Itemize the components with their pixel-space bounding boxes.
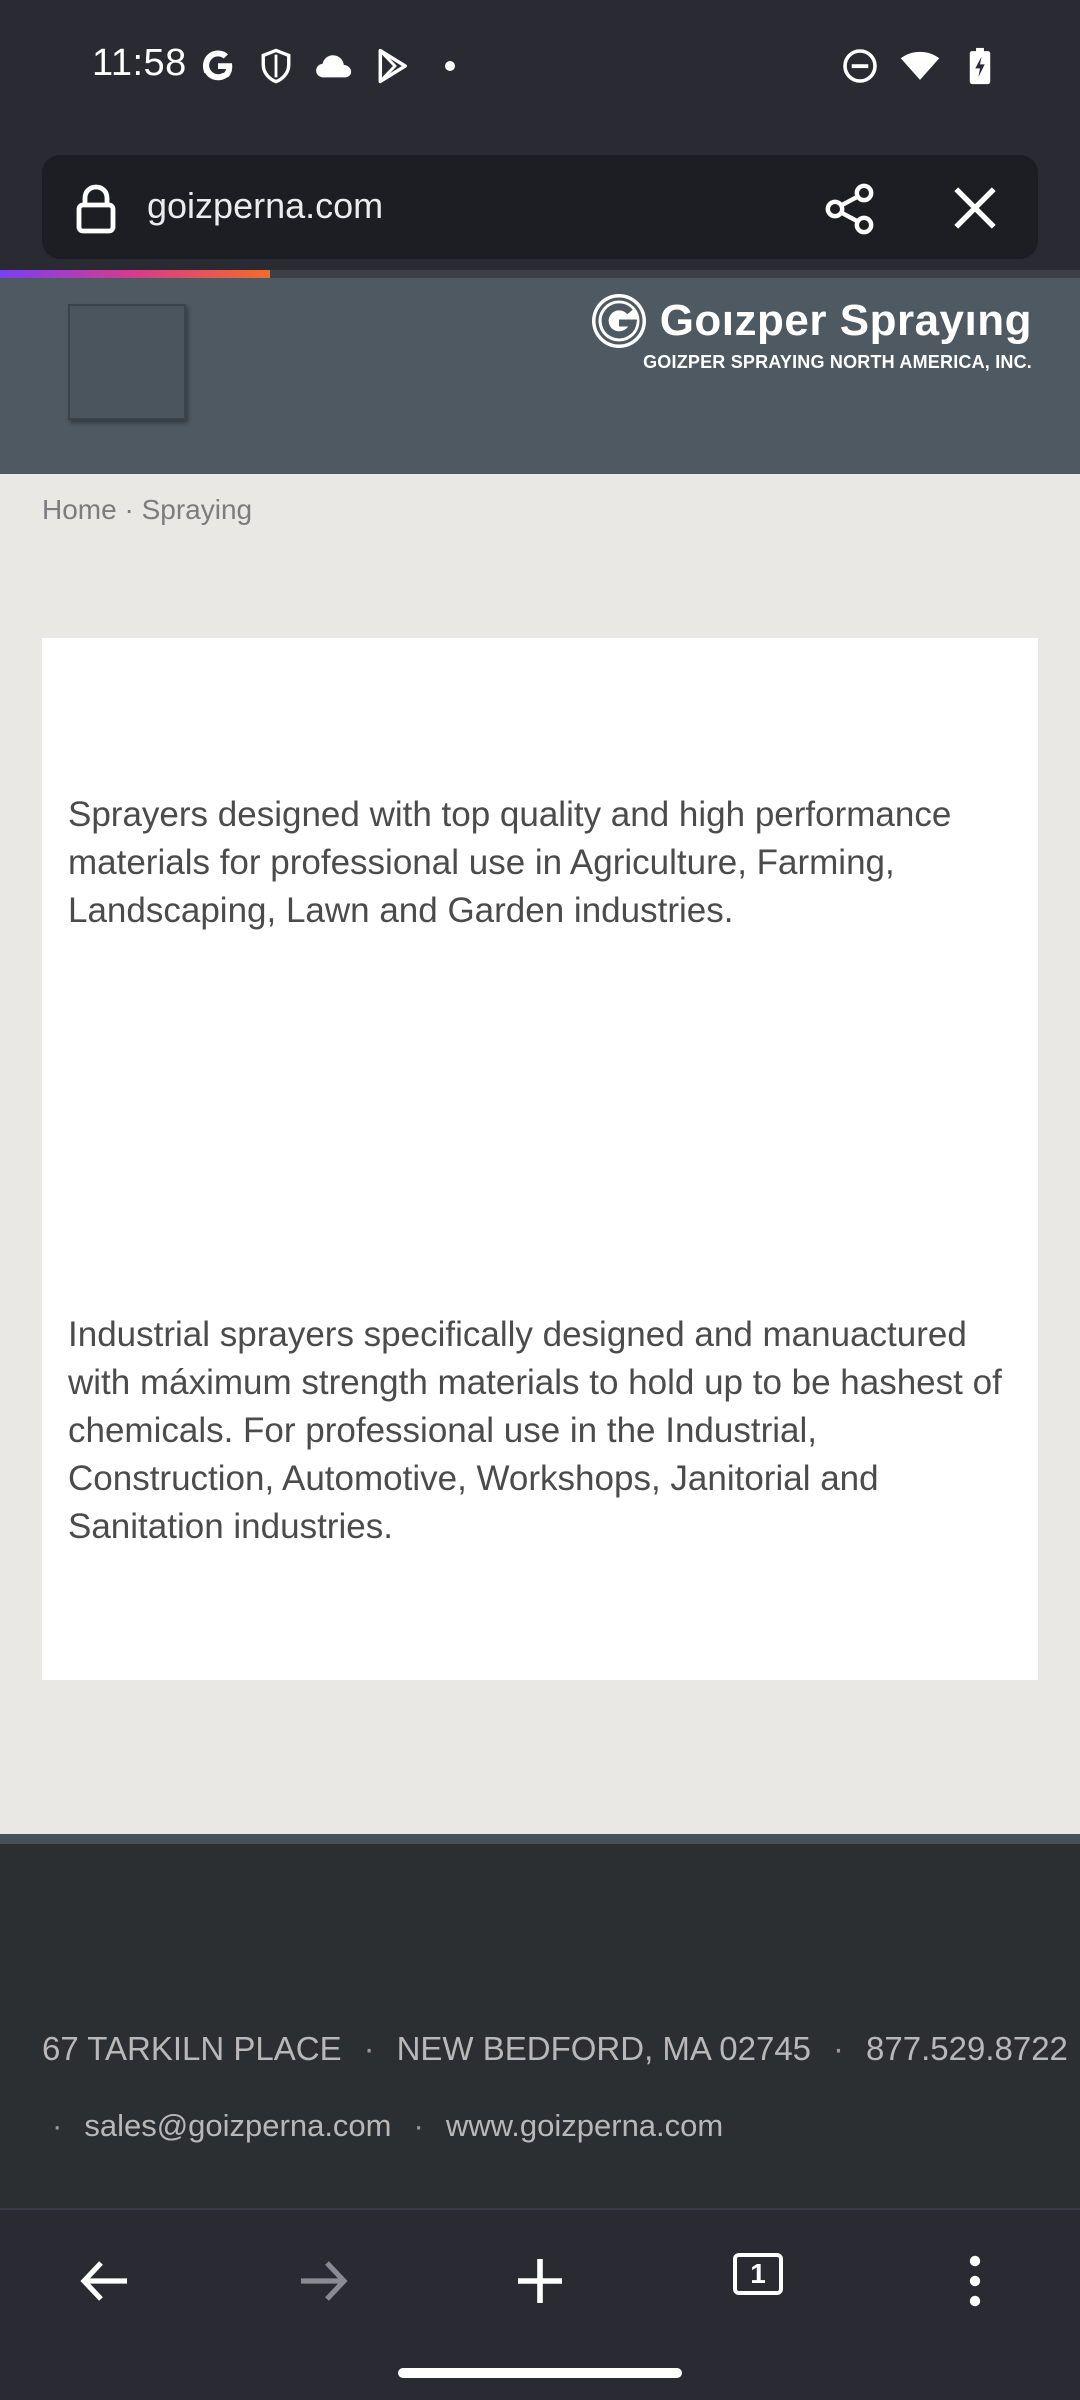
site-logo[interactable]: Goızper Sprayıng GOIZPER SPRAYING NORTH …: [590, 292, 1032, 373]
plus-icon: [518, 2259, 562, 2303]
footer-contact-line: · sales@goizperna.com · www.goizperna.co…: [52, 2108, 723, 2144]
breadcrumb-separator: ·: [124, 494, 134, 525]
logo-subtitle: GOIZPER SPRAYING NORTH AMERICA, INC.: [643, 352, 1032, 372]
browser-toolbar: goizperna.com: [0, 135, 1080, 270]
logo-name: Goızper Sprayıng: [659, 296, 1032, 345]
site-header: Goızper Sprayıng GOIZPER SPRAYING NORTH …: [0, 278, 1080, 474]
page-load-progress: [0, 270, 1080, 278]
breadcrumb-home[interactable]: Home: [42, 494, 117, 525]
forward-button[interactable]: [288, 2246, 358, 2316]
page-load-progress-fill: [0, 270, 270, 278]
browser-bottom-toolbar: 1: [0, 2208, 1080, 2400]
agriculture-sprayers-description: Sprayers designed with top quality and h…: [68, 795, 952, 930]
footer-email[interactable]: sales@goizperna.com: [84, 2108, 391, 2144]
footer-website[interactable]: www.goizperna.com: [446, 2108, 723, 2144]
close-icon[interactable]: [950, 183, 1000, 233]
footer-city: NEW BEDFORD, MA 02745: [396, 2030, 812, 2067]
tab-switcher-button[interactable]: 1: [733, 2253, 783, 2295]
play-store-icon: [372, 46, 412, 86]
industrial-sprayers-description: Industrial sprayers specifically designe…: [68, 1315, 1002, 1546]
breadcrumb-current[interactable]: Spraying: [142, 494, 253, 525]
do-not-disturb-icon: [840, 46, 880, 86]
footer-address: 67 TARKILN PLACE: [42, 2030, 342, 2067]
site-footer: 67 TARKILN PLACE · NEW BEDFORD, MA 02745…: [0, 1844, 1080, 2208]
status-icons-left: [198, 46, 470, 86]
shield-icon: [256, 46, 296, 86]
status-icons-right: [840, 46, 1000, 86]
footer-separator: ·: [363, 2030, 375, 2067]
arrow-left-icon: [80, 2261, 127, 2301]
battery-charging-icon: [960, 46, 1000, 86]
footer-separator: ·: [413, 2108, 424, 2143]
new-tab-button[interactable]: [505, 2246, 575, 2316]
back-button[interactable]: [70, 2246, 140, 2316]
breadcrumb: Home · Spraying: [42, 494, 252, 526]
menu-button[interactable]: [68, 304, 186, 420]
share-icon[interactable]: [822, 181, 878, 237]
footer-separator: ·: [52, 2108, 63, 2143]
status-bar: 11:58: [0, 0, 1080, 135]
footer-divider: [0, 1834, 1080, 1844]
lock-icon[interactable]: [72, 183, 120, 235]
url-text[interactable]: goizperna.com: [147, 185, 383, 227]
footer-address-line: 67 TARKILN PLACE · NEW BEDFORD, MA 02745…: [42, 2030, 1068, 2068]
more-menu-button[interactable]: [940, 2246, 1010, 2316]
footer-phone[interactable]: 877.529.8722: [866, 2030, 1068, 2068]
footer-separator: ·: [833, 2030, 845, 2067]
more-vertical-icon: [969, 2255, 981, 2307]
cloud-icon: [314, 46, 354, 86]
home-indicator[interactable]: [398, 2368, 682, 2378]
arrow-right-icon: [301, 2261, 348, 2301]
wifi-icon: [900, 46, 940, 86]
content-card: Sprayers designed with top quality and h…: [42, 638, 1038, 1680]
google-icon: [198, 46, 238, 86]
address-bar[interactable]: goizperna.com: [42, 155, 1038, 259]
logo-g-icon: [591, 294, 646, 348]
notification-dot-icon: [430, 46, 470, 86]
status-time: 11:58: [92, 42, 187, 84]
